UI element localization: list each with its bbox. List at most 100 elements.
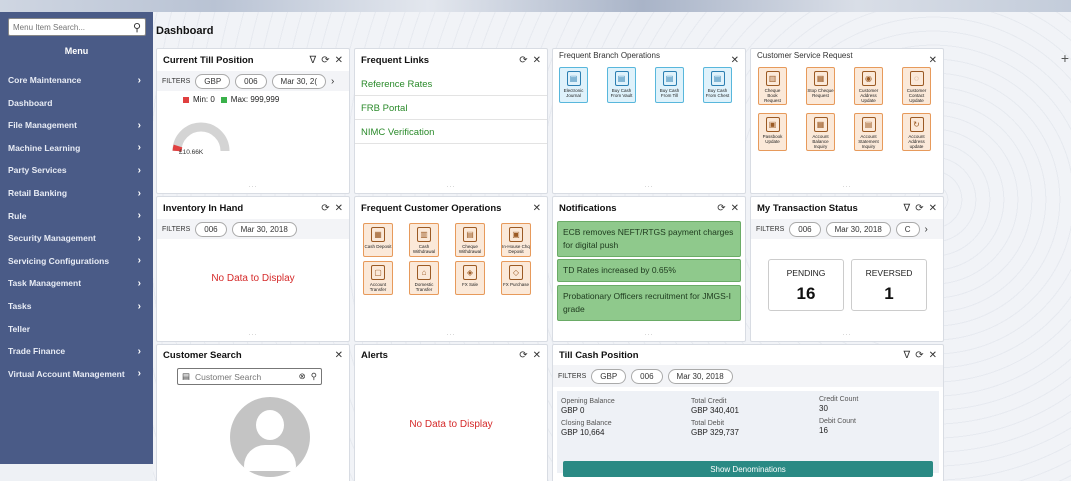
- search-icon[interactable]: ⚲: [311, 371, 317, 382]
- sidebar-item[interactable]: Servicing Configurations ›: [0, 250, 153, 272]
- frequent-link[interactable]: Reference Rates: [355, 73, 547, 96]
- operation-icon: ▤: [861, 117, 876, 132]
- filter-branch[interactable]: 006: [789, 221, 821, 237]
- sidebar-item[interactable]: Machine Learning ›: [0, 137, 153, 159]
- resize-grip[interactable]: ···: [843, 332, 852, 338]
- notification-item[interactable]: Probationary Officers recruitment for JM…: [557, 285, 741, 321]
- operation-tile[interactable]: ⌂ Domestic Transfer: [409, 261, 439, 295]
- chevron-right-icon: ›: [137, 255, 141, 267]
- customer-search-box[interactable]: ▤ Customer Search ⊗ ⚲: [177, 368, 322, 385]
- filter-icon[interactable]: ∇: [904, 350, 911, 361]
- filter-date[interactable]: Mar 30, 2018: [667, 368, 733, 384]
- show-denominations-button[interactable]: Show Denominations: [563, 461, 933, 477]
- filter-branch[interactable]: 006: [631, 368, 663, 384]
- sidebar-item[interactable]: Virtual Account Management ›: [0, 363, 153, 385]
- refresh-icon[interactable]: ⟳: [915, 350, 923, 361]
- operation-tile[interactable]: ↻ Account Address update: [902, 113, 931, 151]
- filter-branch[interactable]: 006: [235, 73, 267, 89]
- close-icon[interactable]: ✕: [929, 350, 937, 361]
- operation-tile[interactable]: ◉ Customer Address Update: [854, 67, 883, 105]
- reversed-stat[interactable]: REVERSED 1: [851, 259, 927, 311]
- filter-date[interactable]: Mar 30, 2(: [271, 73, 326, 89]
- refresh-icon[interactable]: ⟳: [915, 203, 923, 214]
- frequent-link[interactable]: FRB Portal: [355, 97, 547, 120]
- search-icon[interactable]: ⚲: [133, 21, 141, 34]
- chevron-right-icon[interactable]: ›: [925, 224, 928, 235]
- refresh-icon[interactable]: ⟳: [321, 203, 329, 214]
- menu-search-input[interactable]: [13, 22, 123, 32]
- close-icon[interactable]: ✕: [335, 203, 343, 214]
- filter-extra[interactable]: C: [895, 221, 920, 237]
- operation-tile[interactable]: ▤ Buy Cash From Till: [655, 67, 684, 103]
- close-icon[interactable]: ✕: [335, 55, 343, 66]
- filter-icon[interactable]: ∇: [904, 203, 911, 214]
- filter-date[interactable]: Mar 30, 2018: [825, 221, 891, 237]
- resize-grip[interactable]: ···: [249, 332, 258, 338]
- refresh-icon[interactable]: ⟳: [717, 203, 725, 214]
- close-icon[interactable]: ✕: [929, 203, 937, 214]
- operation-tile[interactable]: ▥ Cheque Book Request: [758, 67, 787, 105]
- close-icon[interactable]: ✕: [731, 203, 739, 214]
- operation-tile[interactable]: ▤ Cheque Withdrawal: [455, 223, 485, 257]
- resize-grip[interactable]: ···: [447, 184, 456, 190]
- sidebar-item[interactable]: Security Management ›: [0, 227, 153, 249]
- filter-currency[interactable]: GBP: [195, 73, 231, 89]
- close-icon[interactable]: ✕: [731, 55, 739, 66]
- operation-tile[interactable]: ▣ In-House Chq Deposit: [501, 223, 531, 257]
- pending-stat[interactable]: PENDING 16: [768, 259, 844, 311]
- close-icon[interactable]: ✕: [929, 55, 937, 66]
- operation-tile[interactable]: ▥ Cash Withdrawal: [409, 223, 439, 257]
- operation-tile[interactable]: ▤ Buy Cash From Vault: [607, 67, 636, 103]
- operation-tile[interactable]: ▣ Passbook Update: [758, 113, 787, 151]
- sidebar-item[interactable]: Dashboard: [0, 92, 153, 114]
- total-credit: Total Credit GBP 340,401: [691, 398, 739, 415]
- chevron-right-icon[interactable]: ›: [331, 76, 334, 87]
- notification-item[interactable]: ECB removes NEFT/RTGS payment charges fo…: [557, 221, 741, 257]
- filter-branch[interactable]: 006: [195, 221, 227, 237]
- sidebar-item[interactable]: File Management ›: [0, 114, 153, 136]
- close-icon[interactable]: ✕: [533, 55, 541, 66]
- operation-tile[interactable]: ◇ FX Purchase: [501, 261, 531, 295]
- frequent-link[interactable]: NIMC Verification: [355, 121, 547, 144]
- operation-tile[interactable]: ▦ Stop Cheque Request: [806, 67, 835, 105]
- resize-grip[interactable]: ···: [447, 332, 456, 338]
- filter-currency[interactable]: GBP: [591, 368, 627, 384]
- my-transaction-status-card: My Transaction Status ∇ ⟳ ✕ FILTERS 006 Ma…: [750, 196, 944, 342]
- add-widget-icon[interactable]: +: [1061, 50, 1069, 66]
- operation-tile[interactable]: ▦ Account Balance Inquiry: [806, 113, 835, 151]
- sidebar-item[interactable]: Rule ›: [0, 205, 153, 227]
- card-title: Frequent Branch Operations: [559, 51, 660, 60]
- resize-grip[interactable]: ···: [249, 184, 258, 190]
- sidebar-item[interactable]: Party Services ›: [0, 159, 153, 181]
- resize-grip[interactable]: ···: [645, 332, 654, 338]
- sidebar-item[interactable]: Task Management ›: [0, 272, 153, 294]
- filter-icon[interactable]: ∇: [310, 55, 317, 66]
- sidebar-item[interactable]: Core Maintenance ›: [0, 69, 153, 91]
- refresh-icon[interactable]: ⟳: [321, 55, 329, 66]
- refresh-icon[interactable]: ⟳: [519, 350, 527, 361]
- operation-tile[interactable]: ◌ Customer Contact Update: [902, 67, 931, 105]
- resize-grip[interactable]: ···: [645, 184, 654, 190]
- operation-tile[interactable]: ◈ FX Sale: [455, 261, 485, 295]
- operation-icon: ▥: [765, 71, 780, 86]
- close-icon[interactable]: ✕: [335, 350, 343, 361]
- sidebar-item[interactable]: Teller: [0, 318, 153, 340]
- resize-grip[interactable]: ···: [843, 184, 852, 190]
- refresh-icon[interactable]: ⟳: [519, 55, 527, 66]
- operation-tile[interactable]: ▤ Electronic Journal: [559, 67, 588, 103]
- customer-search-input[interactable]: Customer Search: [195, 372, 261, 382]
- filter-date[interactable]: Mar 30, 2018: [231, 221, 297, 237]
- close-icon[interactable]: ✕: [533, 203, 541, 214]
- menu-search-box[interactable]: ⚲: [8, 18, 146, 36]
- clear-icon[interactable]: ⊗: [299, 371, 306, 382]
- sidebar-item[interactable]: Trade Finance ›: [0, 340, 153, 362]
- sidebar-item[interactable]: Tasks ›: [0, 295, 153, 317]
- operation-tile[interactable]: ▢ Account Transfer: [363, 261, 393, 295]
- sidebar-item[interactable]: Retail Banking ›: [0, 182, 153, 204]
- sidebar-item-label: Servicing Configurations: [8, 255, 110, 266]
- notification-item[interactable]: TD Rates increased by 0.65%: [557, 259, 741, 282]
- operation-tile[interactable]: ▤ Account Statement Inquiry: [854, 113, 883, 151]
- close-icon[interactable]: ✕: [533, 350, 541, 361]
- operation-tile[interactable]: ▦ Cash Deposit: [363, 223, 393, 257]
- operation-tile[interactable]: ▤ Buy Cash From Chest: [703, 67, 732, 103]
